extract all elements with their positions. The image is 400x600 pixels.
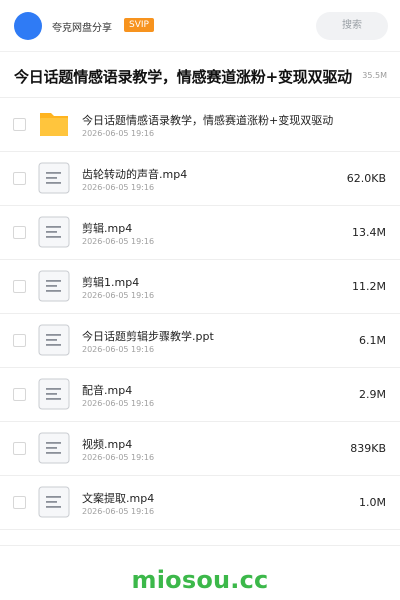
file-size: 11.2M — [352, 280, 386, 293]
select-checkbox[interactable] — [13, 496, 26, 509]
file-date: 2026-06-05 19:16 — [82, 129, 155, 138]
file-icon — [38, 378, 70, 410]
file-name: 齿轮转动的声音.mp4 — [82, 168, 188, 181]
file-name: 今日话题情感语录教学，情感赛道涨粉+变现双驱动 — [82, 114, 334, 127]
file-size: 62.0KB — [346, 172, 386, 185]
folder-size: 35.5M — [362, 71, 387, 80]
list-item[interactable]: 配音.mp4 2026-06-05 19:16 2.9M — [0, 368, 400, 422]
file-date: 2026-06-05 19:16 — [82, 237, 155, 246]
list-item[interactable]: 齿轮转动的声音.mp4 2026-06-05 19:16 62.0KB — [0, 152, 400, 206]
list-item[interactable]: 今日话题情感语录教学，情感赛道涨粉+变现双驱动 2026-06-05 19:16 — [0, 98, 400, 152]
file-icon — [38, 432, 70, 464]
file-size: 1.0M — [359, 496, 386, 509]
file-size: 6.1M — [359, 334, 386, 347]
select-checkbox[interactable] — [13, 388, 26, 401]
list-item[interactable]: 视频.mp4 2026-06-05 19:16 839KB — [0, 422, 400, 476]
file-size: 13.4M — [352, 226, 386, 239]
select-checkbox[interactable] — [13, 280, 26, 293]
list-item[interactable]: 剪辑1.mp4 2026-06-05 19:16 11.2M — [0, 260, 400, 314]
file-name: 剪辑1.mp4 — [82, 276, 140, 289]
file-icon — [38, 162, 70, 194]
file-list: 今日话题情感语录教学，情感赛道涨粉+变现双驱动 2026-06-05 19:16… — [0, 98, 400, 530]
site-watermark: miosou.cc — [131, 566, 269, 594]
avatar[interactable] — [14, 12, 42, 40]
file-icon — [38, 270, 70, 302]
file-date: 2026-06-05 19:16 — [82, 399, 155, 408]
file-date: 2026-06-05 19:16 — [82, 453, 155, 462]
list-item[interactable]: 文案提取.mp4 2026-06-05 19:16 1.0M — [0, 476, 400, 530]
select-checkbox[interactable] — [13, 334, 26, 347]
file-name: 视频.mp4 — [82, 438, 133, 451]
file-icon — [38, 486, 70, 518]
file-icon — [38, 324, 70, 356]
file-icon — [38, 216, 70, 248]
select-checkbox[interactable] — [13, 118, 26, 131]
file-size: 2.9M — [359, 388, 386, 401]
file-date: 2026-06-05 19:16 — [82, 345, 155, 354]
select-checkbox[interactable] — [13, 442, 26, 455]
search-button[interactable]: 搜索 — [316, 12, 388, 40]
file-date: 2026-06-05 19:16 — [82, 507, 155, 516]
folder-header: 今日话题情感语录教学，情感赛道涨粉+变现双驱动 35.5M — [0, 52, 400, 98]
brand-name: 夸克网盘分享 — [52, 23, 112, 34]
list-item[interactable]: 剪辑.mp4 2026-06-05 19:16 13.4M — [0, 206, 400, 260]
select-checkbox[interactable] — [13, 226, 26, 239]
file-name: 今日话题剪辑步骤教学.ppt — [82, 330, 214, 343]
select-checkbox[interactable] — [13, 172, 26, 185]
file-date: 2026-06-05 19:16 — [82, 183, 155, 192]
file-name: 文案提取.mp4 — [82, 492, 155, 505]
file-name: 剪辑.mp4 — [82, 222, 133, 235]
file-date: 2026-06-05 19:16 — [82, 291, 155, 300]
list-item[interactable]: 今日话题剪辑步骤教学.ppt 2026-06-05 19:16 6.1M — [0, 314, 400, 368]
folder-icon — [38, 108, 70, 140]
file-size: 839KB — [350, 442, 386, 455]
top-bar: 夸克网盘分享 SVIP 搜索 — [0, 0, 400, 52]
file-name: 配音.mp4 — [82, 384, 133, 397]
folder-title: 今日话题情感语录教学，情感赛道涨粉+变现双驱动 — [14, 68, 352, 86]
svip-badge: SVIP — [124, 18, 154, 32]
